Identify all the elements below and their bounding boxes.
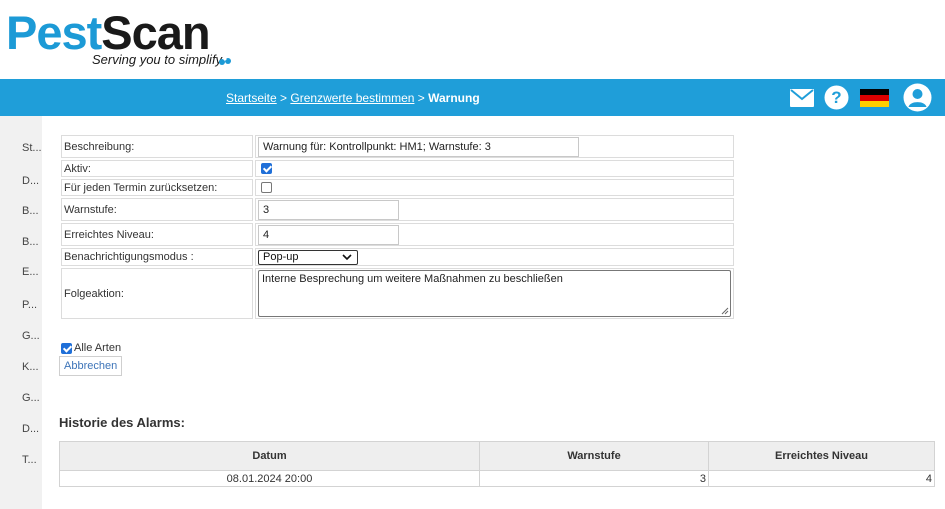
- resize-grip-icon[interactable]: [721, 307, 729, 315]
- history-header-row: Datum Warnstufe Erreichtes Niveau: [59, 441, 935, 471]
- top-header-bar: Startseite > Grenzwerte bestimmen > Warn…: [0, 79, 945, 116]
- logo-pest-text: Pest: [6, 6, 102, 59]
- sidebar-item[interactable]: St...: [22, 142, 42, 154]
- reset-cell: [255, 179, 734, 196]
- reached-level-input[interactable]: 4: [258, 224, 399, 245]
- warn-level-input[interactable]: 3: [258, 199, 399, 220]
- reached-level-cell: 4: [255, 223, 734, 246]
- breadcrumb-separator: >: [276, 91, 291, 105]
- breadcrumb: Startseite > Grenzwerte bestimmen > Warn…: [226, 91, 480, 105]
- user-avatar-icon[interactable]: [902, 83, 932, 112]
- sidebar-item[interactable]: D...: [22, 175, 39, 187]
- sidebar-item[interactable]: P...: [22, 299, 37, 311]
- reached-level-label: Erreichtes Niveau:: [61, 223, 253, 246]
- sidebar-item[interactable]: K...: [22, 361, 39, 373]
- cancel-button[interactable]: Abbrechen: [59, 356, 123, 376]
- all-types-label: Alle Arten: [74, 342, 122, 354]
- table-row: 08.01.2024 20:00 3 4: [59, 470, 935, 487]
- breadcrumb-parent-link[interactable]: Grenzwerte bestimmen: [290, 91, 414, 105]
- warning-form: Beschreibung: Warnung für: Kontrollpunkt…: [59, 133, 736, 321]
- history-reached-level-cell: 4: [708, 470, 935, 487]
- sidebar: St... D... B... B... E... P... G... K...…: [0, 116, 42, 509]
- history-title: Historie des Alarms:: [59, 415, 185, 430]
- reset-checkbox[interactable]: [261, 182, 272, 194]
- notify-mode-label: Benachrichtigungsmodus :: [61, 248, 253, 266]
- chevron-down-icon: [342, 253, 352, 260]
- history-table: Datum Warnstufe Erreichtes Niveau 08.01.…: [59, 441, 935, 487]
- description-cell: Warnung für: Kontrollpunkt: HM1; Warnstu…: [255, 135, 734, 158]
- notify-mode-value: Pop-up: [263, 250, 299, 263]
- sidebar-item[interactable]: B...: [22, 236, 39, 248]
- reset-label: Für jeden Termin zurücksetzen:: [61, 179, 253, 196]
- sidebar-item[interactable]: T...: [22, 454, 37, 466]
- history-date-cell: 08.01.2024 20:00: [59, 470, 480, 487]
- warn-level-cell: 3: [255, 198, 734, 221]
- german-flag-icon[interactable]: [859, 84, 889, 111]
- follow-action-cell: Interne Besprechung um weitere Maßnahmen…: [255, 268, 734, 319]
- notify-mode-select[interactable]: Pop-up: [258, 249, 358, 265]
- history-warn-level-cell: 3: [479, 470, 709, 487]
- warn-level-label: Warnstufe:: [61, 198, 253, 221]
- description-label: Beschreibung:: [61, 135, 253, 158]
- logo-tagline: Serving you to simplify: [92, 52, 223, 67]
- follow-action-value: Interne Besprechung um weitere Maßnahmen…: [262, 273, 563, 285]
- active-label: Aktiv:: [61, 160, 253, 177]
- breadcrumb-separator: >: [414, 91, 429, 105]
- pestscan-logo: PestScan Serving you to simplify: [6, 8, 246, 70]
- sidebar-item[interactable]: G...: [22, 392, 40, 404]
- breadcrumb-current: Warnung: [428, 91, 480, 105]
- follow-action-textarea[interactable]: Interne Besprechung um weitere Maßnahmen…: [258, 270, 731, 317]
- svg-text:?: ?: [831, 88, 841, 107]
- active-cell: [255, 160, 734, 177]
- sidebar-item[interactable]: E...: [22, 266, 39, 278]
- column-header-warn-level[interactable]: Warnstufe: [479, 441, 709, 471]
- active-checkbox[interactable]: [261, 163, 272, 175]
- notify-mode-cell: Pop-up: [255, 248, 734, 266]
- logo-swirl-icon: [219, 57, 231, 65]
- column-header-reached-level[interactable]: Erreichtes Niveau: [708, 441, 935, 471]
- all-types-checkbox[interactable]: [61, 342, 72, 354]
- follow-action-label: Folgeaktion:: [61, 268, 253, 319]
- all-types-option[interactable]: Alle Arten: [61, 342, 121, 354]
- logo-wordmark: PestScan: [6, 6, 211, 59]
- column-header-date[interactable]: Datum: [59, 441, 480, 471]
- breadcrumb-home-link[interactable]: Startseite: [226, 91, 277, 105]
- description-input[interactable]: Warnung für: Kontrollpunkt: HM1; Warnstu…: [258, 136, 579, 157]
- mail-icon[interactable]: [789, 84, 815, 111]
- sidebar-item[interactable]: B...: [22, 205, 39, 217]
- sidebar-item[interactable]: D...: [22, 423, 39, 435]
- help-icon[interactable]: ?: [823, 84, 849, 111]
- sidebar-item[interactable]: G...: [22, 330, 40, 342]
